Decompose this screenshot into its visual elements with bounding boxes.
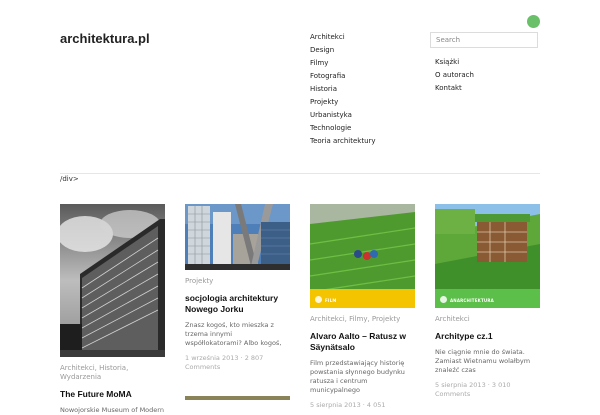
post-date: 1 września 2013 · 2 807 Comments bbox=[185, 354, 264, 371]
post-card: ANARCHITEKTURA Architekci Architype cz.1… bbox=[435, 204, 540, 399]
post-title[interactable]: socjologia architektury Nowego Jorku bbox=[185, 293, 290, 315]
post-card: Projekty socjologia architektury Nowego … bbox=[185, 204, 290, 372]
post-category[interactable]: Architekci, Filmy, Projekty bbox=[310, 315, 415, 324]
post-card: Architekci, Historia, Wydarzenia The Fut… bbox=[60, 204, 165, 415]
post-thumbnail-aalto[interactable]: FILM bbox=[310, 204, 415, 308]
post-category[interactable]: Architekci, Historia, Wydarzenia bbox=[60, 364, 165, 382]
post-date: 5 sierpnia 2013 · 3 010 Comments bbox=[435, 381, 511, 398]
primary-nav: Architekci Design Filmy Fotografia Histo… bbox=[310, 31, 376, 148]
post-title[interactable]: Architype cz.1 bbox=[435, 331, 540, 342]
nav-item-kontakt[interactable]: Kontakt bbox=[435, 82, 474, 95]
nav-item-teoria-architektury[interactable]: Teoria architektury bbox=[310, 135, 376, 148]
post-card: FILM Architekci, Filmy, Projekty Alvaro … bbox=[310, 204, 415, 410]
nav-item-ksiazki[interactable]: Książki bbox=[435, 56, 474, 69]
status-dot-icon bbox=[527, 15, 540, 28]
post-category[interactable]: Architekci bbox=[435, 315, 540, 324]
header-divider bbox=[60, 173, 540, 174]
nav-item-filmy[interactable]: Filmy bbox=[310, 57, 376, 70]
nav-item-architekci[interactable]: Architekci bbox=[310, 31, 376, 44]
nav-item-projekty[interactable]: Projekty bbox=[310, 96, 376, 109]
post-title[interactable]: The Future MoMA bbox=[60, 389, 165, 400]
badge-label: ANARCHITEKTURA bbox=[450, 298, 494, 303]
next-thumbnail-peek bbox=[185, 396, 290, 400]
post-category[interactable]: Projekty bbox=[185, 277, 290, 286]
post-thumbnail-nyc[interactable] bbox=[185, 204, 290, 270]
leaf-icon bbox=[440, 296, 447, 303]
post-title[interactable]: Alvaro Aalto – Ratusz w Säynätsalo bbox=[310, 331, 415, 353]
nav-item-urbanistyka[interactable]: Urbanistyka bbox=[310, 109, 376, 122]
nav-item-technologie[interactable]: Technologie bbox=[310, 122, 376, 135]
secondary-nav: Książki O autorach Kontakt bbox=[435, 56, 474, 95]
nav-item-design[interactable]: Design bbox=[310, 44, 376, 57]
nav-item-fotografia[interactable]: Fotografia bbox=[310, 70, 376, 83]
site-logo[interactable]: architektura.pl bbox=[60, 31, 150, 46]
moma-building-image bbox=[60, 204, 165, 357]
post-excerpt: Film przedstawiający historię powstania … bbox=[310, 359, 405, 394]
search-input[interactable] bbox=[430, 32, 538, 48]
badge-label: FILM bbox=[325, 298, 337, 303]
film-icon bbox=[315, 296, 322, 303]
post-thumbnail-moma[interactable] bbox=[60, 204, 165, 357]
post-thumbnail-architype[interactable]: ANARCHITEKTURA bbox=[435, 204, 540, 308]
stray-markup-text: /div> bbox=[60, 175, 79, 183]
film-badge: FILM bbox=[310, 289, 415, 308]
post-date: 5 sierpnia 2013 · 4 051 bbox=[310, 401, 386, 409]
nav-item-historia[interactable]: Historia bbox=[310, 83, 376, 96]
post-excerpt: Znasz kogoś, kto mieszka z trzema innymi… bbox=[185, 321, 282, 347]
post-excerpt: Nie ciągnie mnie do świata. Zamiast Wiet… bbox=[435, 348, 531, 374]
anarchitektura-badge: ANARCHITEKTURA bbox=[435, 289, 540, 308]
nav-item-o-autorach[interactable]: O autorach bbox=[435, 69, 474, 82]
post-excerpt: Nowojorskie Museum of Modern bbox=[60, 406, 164, 414]
nyc-buildings-image bbox=[185, 204, 290, 270]
